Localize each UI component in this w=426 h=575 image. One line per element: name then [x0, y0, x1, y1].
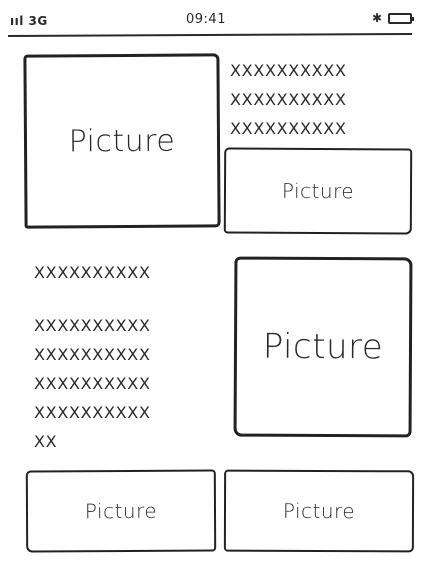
placeholder-line: XXXXXXXXXX — [230, 61, 347, 80]
placeholder-text-middle: XXXXXXXXXX XXXXXXXXXX XXXXXXXXXX XXXXXXX… — [34, 258, 151, 456]
placeholder-line: XXXXXXXXXX — [34, 345, 151, 364]
picture-label: Picture — [68, 123, 176, 159]
picture-label: Picture — [282, 498, 356, 524]
status-bar-divider — [7, 32, 413, 38]
picture-tile-bottom-right[interactable]: Picture — [223, 469, 415, 553]
picture-label: Picture — [281, 178, 355, 204]
placeholder-line: XXXXXXXXXX — [230, 119, 347, 138]
status-icons: ✱ — [371, 11, 414, 25]
placeholder-line: XXXXXXXXXX — [34, 263, 151, 282]
signal-indicator: ııl 3G — [10, 14, 48, 28]
picture-label: Picture — [262, 326, 384, 368]
picture-tile-large-top[interactable]: Picture — [23, 53, 221, 229]
battery-icon — [388, 12, 414, 24]
bluetooth-icon: ✱ — [371, 11, 382, 25]
picture-tile-large-middle[interactable]: Picture — [233, 256, 413, 438]
placeholder-line: XX — [34, 432, 58, 451]
placeholder-line: XXXXXXXXXX — [230, 90, 347, 109]
picture-tile-bottom-left[interactable]: Picture — [25, 469, 217, 553]
placeholder-line: XXXXXXXXXX — [34, 403, 151, 422]
clock: 09:41 — [186, 12, 226, 27]
status-bar: ııl 3G 09:41 ✱ — [0, 0, 426, 38]
placeholder-text-top: XXXXXXXXXX XXXXXXXXXX XXXXXXXXXX — [230, 56, 347, 143]
picture-label: Picture — [84, 498, 158, 524]
picture-tile-small-top[interactable]: Picture — [223, 147, 413, 235]
placeholder-line: XXXXXXXXXX — [34, 374, 151, 393]
placeholder-line: XXXXXXXXXX — [34, 316, 151, 335]
